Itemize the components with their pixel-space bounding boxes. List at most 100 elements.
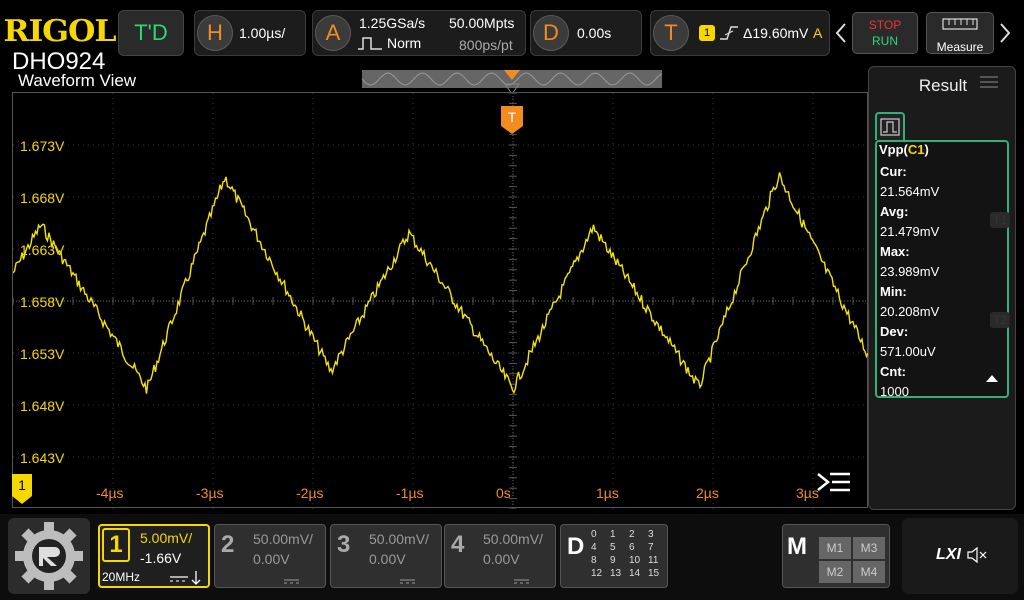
digital-channel-number: 1: [610, 529, 616, 540]
measure-label: Measure: [936, 40, 984, 54]
channel4-scale: 50.00mV/: [483, 531, 543, 547]
acquire-panel[interactable]: A 1.25GSa/s 50.00Mpts Norm 800ps/pt: [312, 10, 526, 56]
digital-channel-number: 6: [629, 542, 635, 553]
digital-channel-number: 11: [648, 555, 659, 566]
acquire-pulse-icon: [357, 35, 383, 56]
measurement-name-close: ): [924, 142, 929, 157]
measurement-card[interactable]: Vpp(C1) Cur: 21.564mV Avg: 21.479mV Max: 23.9…: [875, 140, 1009, 399]
math-m3[interactable]: M3: [853, 537, 885, 559]
measurement-label: Cnt:: [880, 364, 906, 379]
digital-channel-number: 3: [648, 529, 654, 540]
h-badge: H: [197, 15, 233, 51]
stop-run-button[interactable]: STOP RUN: [852, 12, 918, 54]
stop-label: STOP: [868, 18, 902, 32]
channel1-number: 1: [102, 528, 130, 562]
digital-letter: D: [567, 533, 585, 560]
y-label: 1.648V: [20, 398, 65, 414]
vpp-measure-icon[interactable]: [875, 112, 905, 140]
delay-panel[interactable]: D 0.00s: [530, 10, 642, 56]
math-panel[interactable]: M M1 M3 M2 M4: [782, 524, 890, 588]
measurement-label: Min:: [880, 284, 907, 299]
acquire-mode: Norm: [387, 35, 422, 51]
oscilloscope-screen: RIGOL DHO924 T'D H 1.00µs/ A 1.25GSa/s 5…: [0, 0, 1024, 600]
waveform-area[interactable]: [12, 92, 869, 509]
digital-channel-number: 4: [591, 542, 597, 553]
y-label: 1.663V: [20, 242, 65, 258]
x-label: -4µs: [96, 485, 124, 501]
ghost-marker-t1: T1: [990, 212, 1011, 228]
horizontal-panel[interactable]: H 1.00µs/: [194, 10, 306, 56]
x-label: -2µs: [296, 485, 324, 501]
x-label: 1µs: [596, 485, 619, 501]
measurement-value: 21.479mV: [880, 224, 940, 239]
channel1-bandwidth: 20MHz: [102, 570, 141, 584]
waveform-view-title: Waveform View: [18, 71, 137, 90]
channel2-coupling-icon: [283, 573, 301, 591]
y-label: 1.673V: [20, 138, 65, 154]
channel3-number: 3: [337, 531, 351, 558]
math-m2[interactable]: M2: [819, 561, 851, 583]
y-label: 1.643V: [20, 450, 65, 466]
ruler-icon: [942, 17, 978, 36]
math-m4[interactable]: M4: [853, 561, 885, 583]
math-letter: M: [787, 533, 807, 560]
collapse-up-icon[interactable]: [985, 370, 999, 388]
gear-logo-icon: [15, 522, 83, 590]
sample-rate: 1.25GSa/s: [359, 15, 426, 31]
channel2-panel[interactable]: 2 50.00mV/ 0.00V: [214, 524, 326, 588]
trigger-panel[interactable]: T 1 Δ19.60mV A: [650, 10, 830, 56]
channel2-number: 2: [221, 531, 235, 558]
chevron-left-icon[interactable]: [834, 22, 848, 44]
y-label: 1.658V: [20, 294, 65, 310]
digital-channel-number: 0: [591, 529, 597, 540]
measurement-value: 20.208mV: [880, 304, 940, 319]
digital-channel-number: 14: [629, 568, 641, 579]
measurement-value: 23.989mV: [880, 264, 940, 279]
trigger-marker[interactable]: T: [501, 106, 523, 134]
measurement-label: Max:: [880, 244, 910, 259]
channel4-offset: 0.00V: [483, 551, 520, 567]
measurement-name: Vpp(: [879, 142, 908, 157]
channel1-scale: 5.00mV/: [140, 530, 193, 546]
digital-channel-number: 15: [648, 568, 660, 579]
channel4-coupling-icon: [513, 573, 531, 591]
d-badge: D: [533, 15, 569, 51]
digital-channel-number: 2: [629, 529, 635, 540]
digital-channel-number: 8: [591, 555, 597, 566]
measurement-value: 1000: [880, 384, 909, 399]
measurement-channel: C1: [907, 142, 925, 157]
status-panel: LXI: [902, 518, 1018, 594]
measurement-value: 571.00uV: [880, 344, 936, 359]
trigged-status-button[interactable]: T'D: [118, 10, 184, 56]
trigger-channel-badge: 1: [699, 25, 715, 41]
rising-edge-icon: [719, 23, 739, 48]
channel4-panel[interactable]: 4 50.00mV/ 0.00V: [444, 524, 556, 588]
math-m1[interactable]: M1: [819, 537, 851, 559]
channel1-offset-marker[interactable]: 1: [12, 474, 32, 504]
channel3-offset: 0.00V: [369, 551, 406, 567]
digital-panel[interactable]: D 0 1 2 3 4 5 6 7 8 9 10 11 12 13 14 15: [560, 524, 668, 588]
channel1-trace: [13, 172, 869, 395]
speaker-muted-icon[interactable]: [966, 546, 988, 569]
result-menu-icon[interactable]: [978, 74, 1000, 95]
channel3-panel[interactable]: 3 50.00mV/ 0.00V: [330, 524, 442, 588]
home-button[interactable]: [8, 518, 90, 594]
chevron-right-icon[interactable]: [998, 22, 1012, 44]
menu-icon[interactable]: [816, 470, 852, 503]
channel4-number: 4: [451, 531, 465, 558]
t-badge: T: [653, 15, 689, 51]
trigger-source: A: [813, 25, 823, 41]
x-label: 0s: [496, 485, 511, 501]
measure-button[interactable]: Measure: [926, 12, 994, 54]
ghost-marker-t2: T2: [990, 312, 1011, 328]
memory-depth: 50.00Mpts: [449, 15, 515, 31]
a-badge: A: [315, 15, 351, 51]
channel1-panel[interactable]: 1 5.00mV/ -1.66V 20MHz: [98, 524, 210, 588]
measurement-label: Dev:: [880, 324, 909, 339]
trigger-level: Δ19.60mV: [743, 25, 809, 41]
channel3-scale: 50.00mV/: [369, 531, 429, 547]
y-label: 1.653V: [20, 346, 65, 362]
digital-channel-number: 9: [610, 555, 616, 566]
lxi-logo: LXI: [936, 546, 961, 563]
timebase-value: 1.00µs/: [239, 25, 286, 41]
